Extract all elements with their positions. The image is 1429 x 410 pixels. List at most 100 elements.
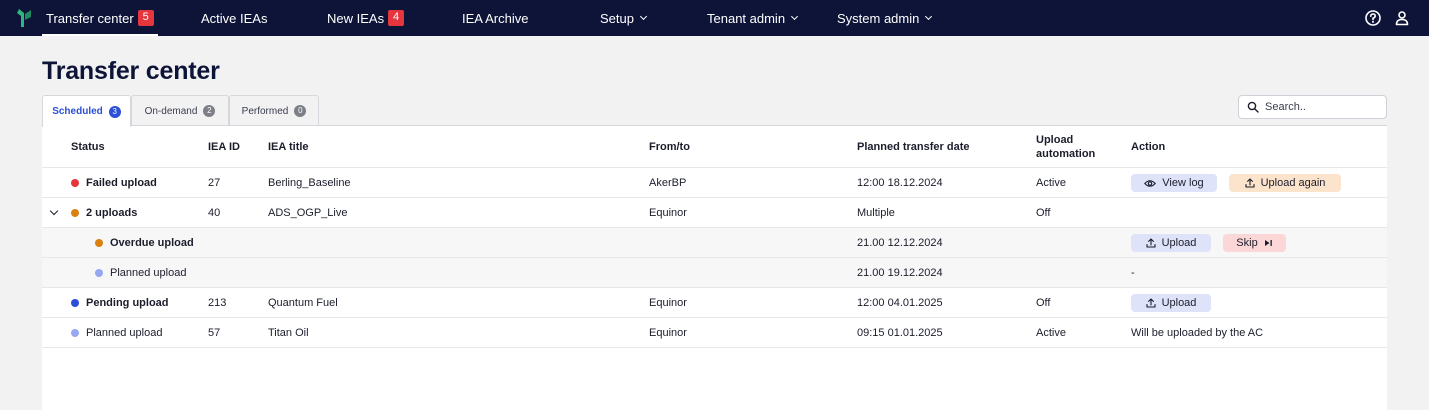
- nav-tenant-admin-label: Tenant admin: [707, 10, 786, 26]
- skip-icon: [1264, 240, 1272, 246]
- table-row: Pending upload 213 Quantum Fuel Equinor …: [42, 288, 1387, 318]
- new-ieas-count-badge: 4: [388, 10, 405, 26]
- pending-status-dot: [71, 298, 79, 307]
- upload-again-label: Upload again: [1260, 177, 1326, 189]
- table-row: Failed upload 27 Berling_Baseline AkerBP…: [42, 168, 1387, 198]
- automation-cell: Active: [1036, 326, 1066, 339]
- nav-system-admin[interactable]: System admin: [837, 0, 933, 36]
- upload-icon: [1146, 238, 1156, 248]
- tab-on-demand-count: 2: [203, 105, 216, 117]
- nav-new-ieas-label: New IEAs: [327, 10, 385, 26]
- nav-setup[interactable]: Setup: [600, 0, 648, 36]
- nav-new-ieas[interactable]: New IEAs 4: [327, 0, 405, 36]
- planned-date-cell: 21.00 12.12.2024: [857, 236, 943, 249]
- logo-icon[interactable]: [16, 8, 32, 28]
- header-iea-title[interactable]: IEA title: [268, 126, 309, 167]
- upload-again-button[interactable]: Upload again: [1229, 174, 1341, 192]
- status-text: Overdue upload: [110, 236, 194, 249]
- table-row: Planned upload 57 Titan Oil Equinor 09:1…: [42, 318, 1387, 348]
- skip-button[interactable]: Skip: [1223, 234, 1286, 252]
- eye-icon: [1144, 179, 1157, 187]
- chevron-down-icon: [639, 12, 648, 21]
- transfer-center-count-badge: 5: [137, 10, 154, 26]
- top-navigation: Transfer center 5 Active IEAs New IEAs 4…: [0, 0, 1429, 36]
- upload-icon: [1146, 298, 1156, 308]
- page-title: Transfer center: [42, 57, 220, 85]
- automation-cell: Off: [1036, 206, 1051, 219]
- header-action[interactable]: Action: [1131, 126, 1165, 167]
- overdue-status-dot: [71, 208, 79, 217]
- skip-label: Skip: [1236, 237, 1258, 249]
- status-cell: 2 uploads: [71, 198, 137, 227]
- view-log-label: View log: [1162, 177, 1204, 189]
- planned-date-cell: 09:15 01.01.2025: [857, 326, 943, 339]
- table-row: 2 uploads 40 ADS_OGP_Live Equinor Multip…: [42, 198, 1387, 228]
- status-cell: Planned upload: [95, 258, 186, 287]
- tab-scheduled[interactable]: Scheduled 3: [42, 95, 131, 127]
- upload-label: Upload: [1161, 237, 1197, 249]
- view-log-button[interactable]: View log: [1131, 174, 1217, 192]
- nav-tenant-admin[interactable]: Tenant admin: [707, 0, 799, 36]
- failed-status-dot: [71, 178, 79, 187]
- tab-performed-count: 0: [294, 105, 307, 117]
- table-subrow: Planned upload 21.00 19.12.2024 -: [42, 258, 1387, 288]
- action-text-cell: Will be uploaded by the AC: [1131, 326, 1264, 339]
- tab-on-demand[interactable]: On-demand 2: [131, 95, 229, 126]
- iea-id-cell: 57: [208, 326, 221, 339]
- tab-performed[interactable]: Performed 0: [229, 95, 319, 126]
- from-to-cell: AkerBP: [649, 176, 687, 189]
- search-box: [1238, 95, 1387, 119]
- automation-cell: Off: [1036, 296, 1051, 309]
- search-input[interactable]: [1265, 101, 1375, 113]
- nav-transfer-center[interactable]: Transfer center 5: [42, 0, 158, 36]
- user-icon[interactable]: [1393, 9, 1411, 27]
- upload-button[interactable]: Upload: [1131, 234, 1211, 252]
- header-planned-date[interactable]: Planned transfer date: [857, 126, 969, 167]
- upload-button[interactable]: Upload: [1131, 294, 1211, 312]
- planned-date-cell: 21.00 19.12.2024: [857, 266, 943, 279]
- chevron-down-icon: [925, 12, 933, 21]
- header-upload-automation-line1: Upload: [1036, 133, 1074, 146]
- nav-active-ieas-label: Active IEAs: [201, 10, 268, 26]
- header-from-to[interactable]: From/to: [649, 126, 690, 167]
- from-to-cell: Equinor: [649, 206, 687, 219]
- search-icon: [1247, 101, 1259, 113]
- overdue-status-dot: [95, 238, 103, 247]
- nav-active-ieas[interactable]: Active IEAs: [201, 0, 267, 36]
- planned-date-cell: 12:00 04.01.2025: [857, 296, 943, 309]
- iea-title-cell: Berling_Baseline: [268, 176, 351, 189]
- tab-performed-label: Performed: [241, 105, 289, 117]
- iea-title-cell: Quantum Fuel: [268, 296, 338, 309]
- status-cell: Failed upload: [71, 168, 157, 197]
- automation-cell: Active: [1036, 176, 1066, 189]
- header-status[interactable]: Status: [71, 126, 105, 167]
- status-text: Pending upload: [86, 296, 169, 309]
- iea-id-cell: 27: [208, 176, 221, 189]
- status-text: Failed upload: [86, 176, 157, 189]
- from-to-cell: Equinor: [649, 296, 687, 309]
- header-iea-id[interactable]: IEA ID: [208, 126, 240, 167]
- table-subrow: Overdue upload 21.00 12.12.2024 Upload S…: [42, 228, 1387, 258]
- planned-status-dot: [71, 328, 79, 337]
- planned-date-cell: Multiple: [857, 206, 895, 219]
- iea-title-cell: ADS_OGP_Live: [268, 206, 348, 219]
- status-text: 2 uploads: [86, 206, 138, 219]
- upload-icon: [1245, 178, 1255, 188]
- nav-iea-archive[interactable]: IEA Archive: [462, 0, 528, 36]
- header-upload-automation-line2: automation: [1036, 147, 1096, 160]
- nav-setup-label: Setup: [600, 10, 634, 26]
- from-to-cell: Equinor: [649, 326, 687, 339]
- chevron-down-icon[interactable]: [49, 206, 59, 216]
- iea-id-cell: 213: [208, 296, 227, 309]
- iea-title-cell: Titan Oil: [268, 326, 309, 339]
- header-upload-automation[interactable]: Upload automation: [1036, 126, 1095, 167]
- nav-transfer-center-label: Transfer center: [46, 10, 134, 26]
- nav-system-admin-label: System admin: [837, 10, 920, 26]
- status-cell: Pending upload: [71, 288, 169, 317]
- chevron-down-icon: [791, 12, 799, 21]
- planned-date-cell: 12:00 18.12.2024: [857, 176, 943, 189]
- transfers-table: Status IEA ID IEA title From/to Planned …: [42, 125, 1387, 410]
- action-text-cell: -: [1131, 266, 1135, 279]
- help-icon[interactable]: [1364, 9, 1382, 27]
- status-cell: Overdue upload: [95, 228, 194, 257]
